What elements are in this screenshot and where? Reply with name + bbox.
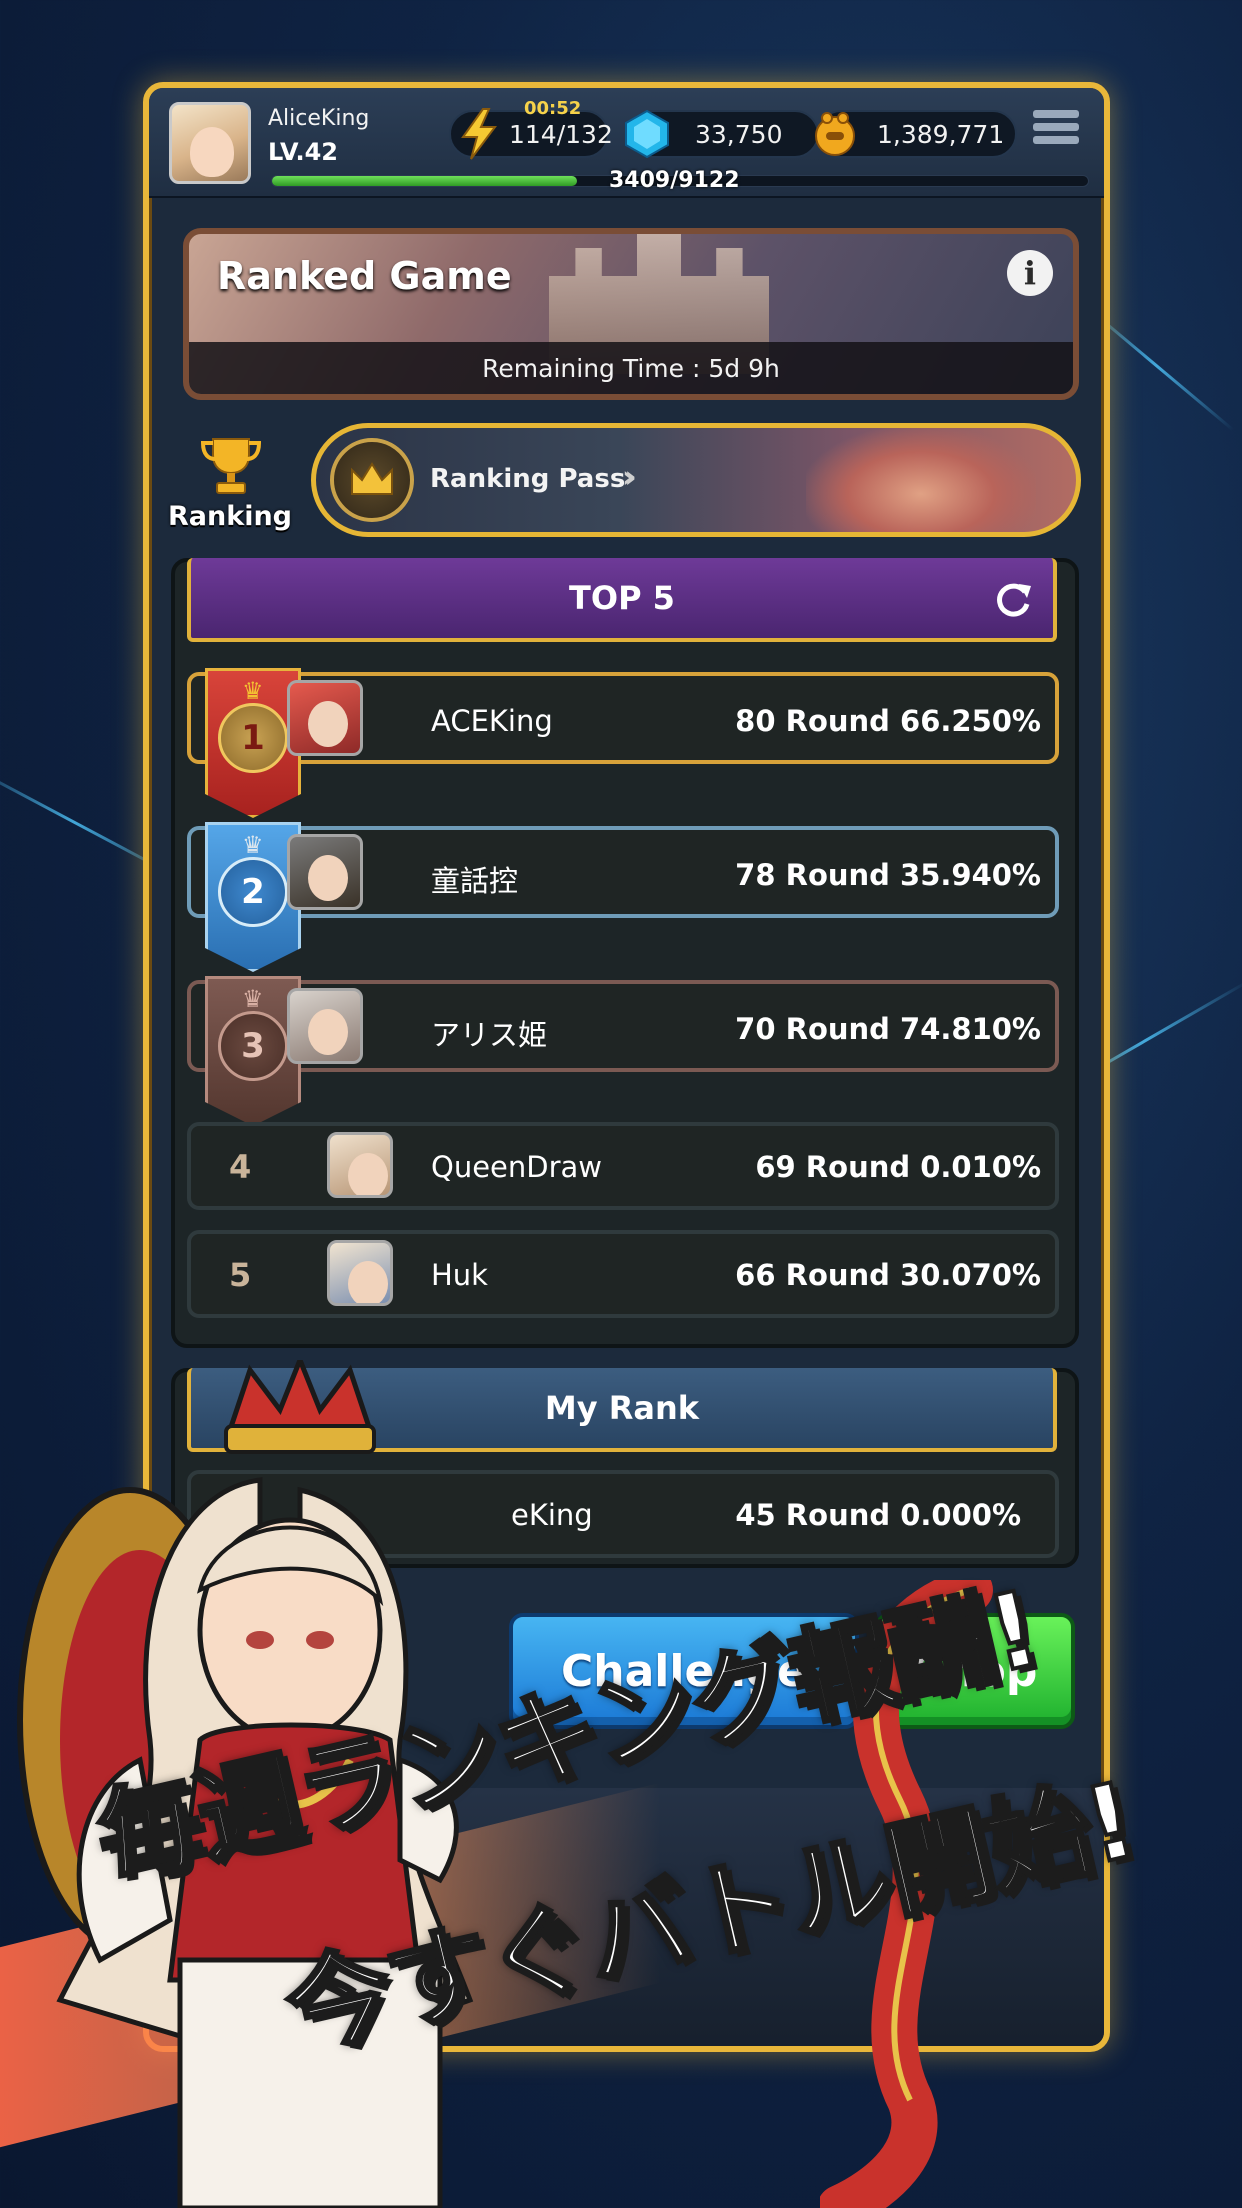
- top5-title: TOP 5: [569, 579, 675, 617]
- rank-number: 2: [241, 872, 265, 912]
- player-level: LV.42: [268, 138, 338, 166]
- table-row[interactable]: ♛ 3 アリス姫 70 Round 74.810%: [187, 976, 1059, 1126]
- lightning-icon: [455, 106, 503, 162]
- crown-icon: ♛: [242, 677, 264, 705]
- table-row[interactable]: ♛ 2 童話控 78 Round 35.940%: [187, 822, 1059, 972]
- rank-number: 3: [241, 1026, 265, 1066]
- coins-value: 1,389,771: [877, 120, 1005, 149]
- ranking-button[interactable]: Ranking: [165, 433, 295, 543]
- crown-icon: ♛: [242, 831, 264, 859]
- player-score: 78 Round 35.940%: [735, 858, 1041, 892]
- xp-progress-fill: [272, 176, 578, 186]
- rank-medal: 2: [218, 857, 288, 927]
- energy-value: 114/132: [509, 120, 613, 149]
- avatar: [287, 834, 363, 910]
- xp-progress-text: 3409/9122: [609, 168, 740, 193]
- trophy-icon: [199, 433, 263, 497]
- rank-medal: 1: [218, 703, 288, 773]
- gem-icon: [623, 106, 671, 162]
- player-name: 童話控: [431, 864, 519, 898]
- player-name: Huk: [431, 1258, 488, 1292]
- rank-number: 4: [229, 1148, 252, 1186]
- avatar: [287, 988, 363, 1064]
- avatar: [327, 1132, 393, 1198]
- player-score: 66 Round 30.070%: [735, 1258, 1041, 1292]
- rank-medal: 3: [218, 1011, 288, 1081]
- coin-icon: [811, 106, 859, 162]
- player-name: AliceKing: [268, 106, 370, 131]
- refresh-icon[interactable]: [991, 578, 1035, 622]
- crown-icon: ♛: [242, 985, 264, 1013]
- player-name: QueenDraw: [431, 1150, 603, 1184]
- player-name: ACEKing: [431, 704, 553, 738]
- player-score: 69 Round 0.010%: [755, 1150, 1041, 1184]
- player-avatar[interactable]: [169, 102, 251, 184]
- info-icon[interactable]: i: [1007, 250, 1053, 296]
- player-score: 70 Round 74.810%: [735, 1012, 1041, 1046]
- table-row[interactable]: 5 Huk 66 Round 30.070%: [187, 1230, 1059, 1318]
- player-name: アリス姫: [431, 1018, 548, 1052]
- rank-number: 5: [229, 1256, 252, 1294]
- crown-medal-icon: [330, 438, 414, 522]
- ranking-pass-label: Ranking Pass: [430, 464, 626, 494]
- ranking-label: Ranking: [168, 501, 292, 532]
- ranked-game-title: Ranked Game: [217, 254, 512, 298]
- top5-header: TOP 5: [187, 558, 1057, 642]
- ranking-pass-banner[interactable]: Ranking Pass ››: [311, 423, 1081, 537]
- rank-number: 1: [241, 718, 265, 758]
- remaining-time: Remaining Time : 5d 9h: [189, 342, 1073, 394]
- avatar: [327, 1240, 393, 1306]
- my-rank-score: 45 Round 0.000%: [735, 1498, 1021, 1532]
- ranked-game-banner[interactable]: Ranked Game i Remaining Time : 5d 9h: [183, 228, 1079, 400]
- energy-timer: 00:52: [524, 98, 582, 119]
- gems-value: 33,750: [695, 120, 783, 149]
- lion-illustration: [806, 428, 1036, 532]
- table-row[interactable]: 4 QueenDraw 69 Round 0.010%: [187, 1122, 1059, 1210]
- menu-icon[interactable]: [1033, 110, 1079, 156]
- table-row[interactable]: ♛ 1 ACEKing 80 Round 66.250%: [187, 668, 1059, 818]
- chevron-right-icon: ››: [622, 460, 636, 495]
- top-status-bar: AliceKing LV.42 00:52 114/132 33,750 1,3…: [149, 88, 1104, 198]
- player-score: 80 Round 66.250%: [735, 704, 1041, 738]
- top5-panel: TOP 5 ♛ 1 ACEKing 80 Round 66.250% ♛ 2 童…: [171, 558, 1079, 1348]
- avatar: [287, 680, 363, 756]
